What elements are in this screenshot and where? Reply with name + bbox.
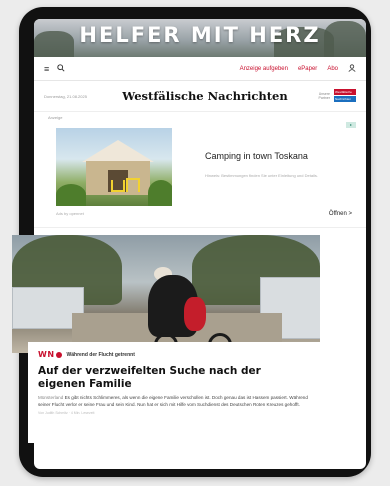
nav-link-abo[interactable]: Abo xyxy=(327,66,338,72)
bush xyxy=(56,184,86,206)
article-image[interactable] xyxy=(12,235,320,353)
promo-banner[interactable]: HELFER MIT HERZ xyxy=(34,19,366,57)
masthead: Donnerstag, 21.08.2025 Westfälische Nach… xyxy=(34,81,366,112)
masthead-date: Donnerstag, 21.08.2025 xyxy=(44,93,87,99)
wn-logo-text: WN xyxy=(38,350,55,359)
ad-open-button[interactable]: Öffnen > xyxy=(329,211,352,217)
partner-logo-top: Westfälische xyxy=(334,89,356,95)
article-byline: Von Judith Schmitz · 4 Min. Lesezeit xyxy=(38,411,95,415)
article-teaser: Münsterland Es gibt nichts Schlimmeres, … xyxy=(28,391,320,408)
article-location: Münsterland xyxy=(38,395,64,400)
brand-logo[interactable]: Westfälische Nachrichten xyxy=(114,89,296,103)
ad-text: Hinweis: Bestimmungen finden Sie unter E… xyxy=(205,173,318,178)
chair xyxy=(126,178,140,192)
banner-title: HELFER MIT HERZ xyxy=(79,23,321,47)
article-body: Es gibt nichts Schlimmeres, als wenn die… xyxy=(38,395,308,407)
article-meta: WN Während der Flucht getrennt xyxy=(28,342,320,359)
menu-icon[interactable]: ≡ xyxy=(44,64,49,74)
ad-info-icon[interactable]: ▸ xyxy=(346,122,356,128)
tent-roof xyxy=(82,140,154,162)
partner-logos: Unsere Partner Westfälische Nachrichten xyxy=(296,89,356,103)
article-card[interactable]: WN Während der Flucht getrennt Auf der v… xyxy=(28,342,320,443)
nav-link-epaper[interactable]: ePaper xyxy=(298,66,317,72)
partner-logo-bottom: Nachrichten xyxy=(334,96,356,102)
wn-plus-logo: WN xyxy=(38,350,62,359)
ad-source: Ads by opennet xyxy=(56,211,84,216)
top-nav: ≡ Anzeige aufgeben ePaper Abo xyxy=(34,57,366,81)
wn-plus-icon xyxy=(55,351,62,358)
ad-label: Anzeige xyxy=(48,115,63,120)
ad-title[interactable]: Camping in town Toskana xyxy=(205,151,308,161)
article-headline[interactable]: Auf der verzweifelten Suche nach der eig… xyxy=(28,359,320,391)
article-kicker: Während der Flucht getrennt xyxy=(66,351,135,358)
nav-link-anzeige[interactable]: Anzeige aufgeben xyxy=(240,66,288,72)
search-icon[interactable] xyxy=(57,63,65,74)
ad-footer: Ads by opennet Öffnen > xyxy=(56,211,352,217)
partner-label: Unsere Partner xyxy=(318,92,330,100)
user-icon[interactable] xyxy=(348,63,356,74)
chair xyxy=(111,180,125,192)
featured-article[interactable]: WN Während der Flucht getrennt Auf der v… xyxy=(12,235,320,443)
bush xyxy=(148,180,172,206)
ad-image[interactable] xyxy=(56,128,172,206)
hero-bag xyxy=(184,297,206,331)
partner-logo[interactable]: Westfälische Nachrichten xyxy=(334,89,356,103)
ad-block[interactable]: Anzeige ▸ Camping in town Toskana Hinwei… xyxy=(34,112,366,228)
